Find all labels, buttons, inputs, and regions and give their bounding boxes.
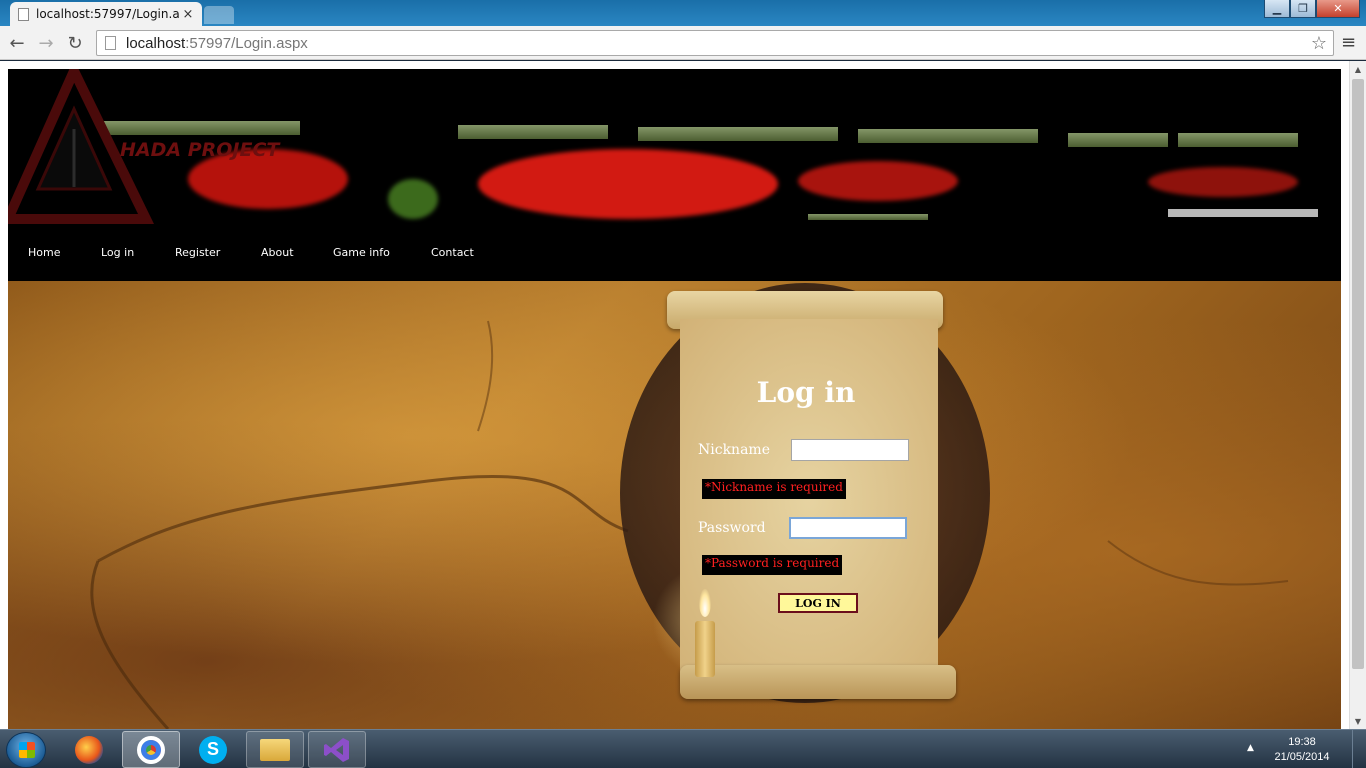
maximize-button[interactable]: ❐ [1290,0,1316,18]
scroll-up-arrow-icon[interactable]: ▲ [1350,61,1366,77]
url-text[interactable]: localhost:57997/Login.aspx [126,35,308,52]
page-viewport: HADA PROJECT Home Log in Register About … [0,61,1366,729]
taskbar-explorer[interactable] [246,731,304,768]
logo-text: HADA PROJECT [120,139,280,161]
nickname-label: Nickname [698,442,770,458]
clock-time: 19:38 [1288,736,1316,748]
nickname-input[interactable] [791,439,909,461]
vertical-scrollbar[interactable]: ▲ ▼ [1349,61,1366,729]
url-host: localhost [126,34,186,52]
candle-icon [695,621,715,677]
banner-glow [1148,167,1298,197]
close-window-button[interactable]: ✕ [1316,0,1360,18]
address-bar[interactable]: localhost:57997/Login.aspx ☆ [96,30,1334,56]
password-input[interactable] [789,517,907,539]
site-navbar: Home Log in Register About Game info Con… [8,231,1341,281]
banner-rail [1168,209,1318,217]
tray-expand-icon[interactable]: ▲ [1247,743,1254,753]
tab-close-icon[interactable]: × [180,7,196,22]
page-icon [105,36,116,50]
scroll-down-arrow-icon[interactable]: ▼ [1350,713,1366,729]
nav-contact[interactable]: Contact [431,246,474,259]
url-path: :57997/Login.aspx [185,34,308,52]
new-tab-button[interactable] [204,6,234,24]
banner-glow [798,161,958,201]
page-icon [18,7,29,21]
forward-button[interactable]: → [35,32,57,54]
windows-logo-icon [19,742,35,758]
tab-title: localhost:57997/Login.asp [36,7,180,21]
nav-about[interactable]: About [261,246,294,259]
banner-rail [458,125,608,139]
scroll-bottom-roll [680,665,956,699]
taskbar-chrome[interactable] [122,731,180,768]
show-desktop-button[interactable] [1352,730,1366,768]
start-button[interactable] [6,732,46,768]
banner-rail [858,129,1038,143]
login-title: Log in [756,376,856,409]
site: HADA PROJECT Home Log in Register About … [8,69,1341,729]
password-label: Password [698,520,766,536]
chrome-icon [137,735,165,764]
window-controls: ▁ ❐ ✕ [1264,0,1360,18]
banner-glow [478,149,778,219]
back-button[interactable]: ← [6,32,28,54]
folder-icon [260,738,290,761]
banner-glow [388,179,438,219]
login-button[interactable]: LOG IN [778,593,858,613]
visual-studio-icon [324,737,349,762]
scrollbar-thumb[interactable] [1352,79,1364,669]
banner-rail [1178,133,1298,147]
browser-toolbar: ← → ↻ localhost:57997/Login.aspx ☆ ≡ [0,26,1366,60]
banner-rail [808,214,928,220]
nav-game-info[interactable]: Game info [333,246,390,259]
taskbar-visual-studio[interactable] [308,731,366,768]
nav-register[interactable]: Register [175,246,220,259]
firefox-icon [75,735,103,764]
minimize-button[interactable]: ▁ [1264,0,1290,18]
main-background [8,281,1341,729]
clock-date: 21/05/2014 [1274,751,1330,763]
nav-log-in[interactable]: Log in [101,246,134,259]
chrome-menu-icon[interactable]: ≡ [1341,32,1356,53]
nickname-error: *Nickname is required [702,479,846,499]
system-clock[interactable]: 19:38 21/05/2014 [1272,735,1332,765]
browser-titlebar: localhost:57997/Login.asp × ▁ ❐ ✕ [0,0,1366,26]
reload-button[interactable]: ↻ [64,32,86,54]
windows-taskbar: S ▲ 19:38 21/05/2014 [0,729,1366,768]
banner-rail [1068,133,1168,147]
scroll-paper [680,319,938,679]
nav-home[interactable]: Home [28,246,60,259]
skype-icon: S [199,735,227,764]
candle-flame-icon [699,589,711,617]
bookmark-star-icon[interactable]: ☆ [1311,33,1327,54]
taskbar-firefox[interactable] [60,731,118,768]
browser-tab[interactable]: localhost:57997/Login.asp × [10,2,202,26]
password-error: *Password is required [702,555,843,575]
taskbar-skype[interactable]: S [184,731,242,768]
site-banner: HADA PROJECT [8,69,1341,231]
banner-rail [638,127,838,141]
